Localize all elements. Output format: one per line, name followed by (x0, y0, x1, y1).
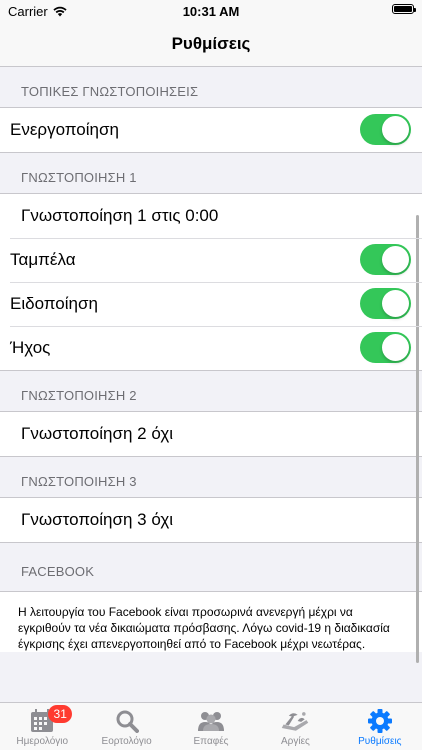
page-title: Ρυθμίσεις (171, 34, 251, 53)
status-bar: Carrier 10:31 AM (0, 0, 422, 22)
tab-contacts-label: Επαφές (193, 736, 229, 747)
alert-switch[interactable] (360, 288, 411, 319)
notification-2-summary: Γνωστοποίηση 2 όχι (21, 424, 174, 443)
search-icon (112, 707, 142, 734)
alert-row: Ειδοποίηση (0, 282, 422, 326)
tab-settings[interactable]: Ρυθμίσεις (338, 703, 422, 750)
tab-nameday-label: Εορτολόγιο (101, 736, 152, 747)
section-header-n2: ΓΝΩΣΤΟΠΟΙΗΣΗ 2 (21, 388, 137, 403)
tab-holidays-label: Αργίες (280, 736, 310, 747)
settings-list[interactable]: ΤΟΠΙΚΕΣ ΓΝΩΣΤΟΠΟΙΗΣΕΙΣ Ενεργοποίηση ΓΝΩΣ… (0, 67, 422, 703)
tab-holidays[interactable]: Αργίες (253, 703, 337, 750)
tab-calendar[interactable]: 31 Ημερολόγιο (0, 703, 84, 750)
section-header-n3: ΓΝΩΣΤΟΠΟΙΗΣΗ 3 (21, 474, 137, 489)
tab-nameday[interactable]: Εορτολόγιο (84, 703, 168, 750)
section-header-local: ΤΟΠΙΚΕΣ ΓΝΩΣΤΟΠΟΙΗΣΕΙΣ (21, 84, 199, 99)
navigation-bar: Ρυθμίσεις (0, 22, 422, 67)
badge-label: Ταμπέλα (10, 250, 76, 269)
enable-switch[interactable] (360, 114, 411, 145)
sound-switch[interactable] (360, 332, 411, 363)
notification-2-row[interactable]: Γνωστοποίηση 2 όχι (0, 412, 422, 456)
clock: 10:31 AM (182, 4, 240, 19)
holiday-icon (280, 707, 310, 734)
tab-settings-label: Ρυθμίσεις (358, 736, 402, 747)
sound-label: Ήχος (10, 338, 51, 357)
alert-label: Ειδοποίηση (10, 294, 98, 313)
tab-calendar-label: Ημερολόγιο (16, 736, 69, 747)
facebook-info-text: Η λειτουργία του Facebook είναι προσωριν… (0, 592, 422, 652)
group-n3: Γνωστοποίηση 3 όχι (0, 497, 422, 543)
tab-contacts[interactable]: Επαφές (169, 703, 253, 750)
badge-row: Ταμπέλα (0, 238, 422, 282)
group-n1: Γνωστοποίηση 1 στις 0:00 Ταμπέλα Ειδοποί… (0, 193, 422, 371)
notification-3-row[interactable]: Γνωστοποίηση 3 όχι (0, 498, 422, 542)
enable-label: Ενεργοποίηση (10, 120, 119, 139)
contacts-icon (196, 707, 226, 734)
notification-1-summary: Γνωστοποίηση 1 στις 0:00 (21, 206, 219, 225)
group-local: Ενεργοποίηση (0, 107, 422, 153)
badge-switch[interactable] (360, 244, 411, 275)
section-header-facebook: FACEBOOK (21, 564, 95, 579)
group-facebook: Η λειτουργία του Facebook είναι προσωριν… (0, 591, 422, 652)
group-n2: Γνωστοποίηση 2 όχι (0, 411, 422, 457)
notification-1-row[interactable]: Γνωστοποίηση 1 στις 0:00 (0, 194, 422, 238)
sound-row: Ήχος (0, 326, 422, 370)
notification-3-summary: Γνωστοποίηση 3 όχι (21, 510, 174, 529)
battery-icon (392, 4, 416, 14)
enable-row: Ενεργοποίηση (0, 108, 422, 152)
calendar-badge: 31 (48, 705, 73, 723)
tab-bar: 31 Ημερολόγιο Εορτολόγιο Επαφές Αργίες Ρ… (0, 702, 422, 750)
section-header-n1: ΓΝΩΣΤΟΠΟΙΗΣΗ 1 (21, 170, 137, 185)
gear-icon (365, 707, 395, 734)
